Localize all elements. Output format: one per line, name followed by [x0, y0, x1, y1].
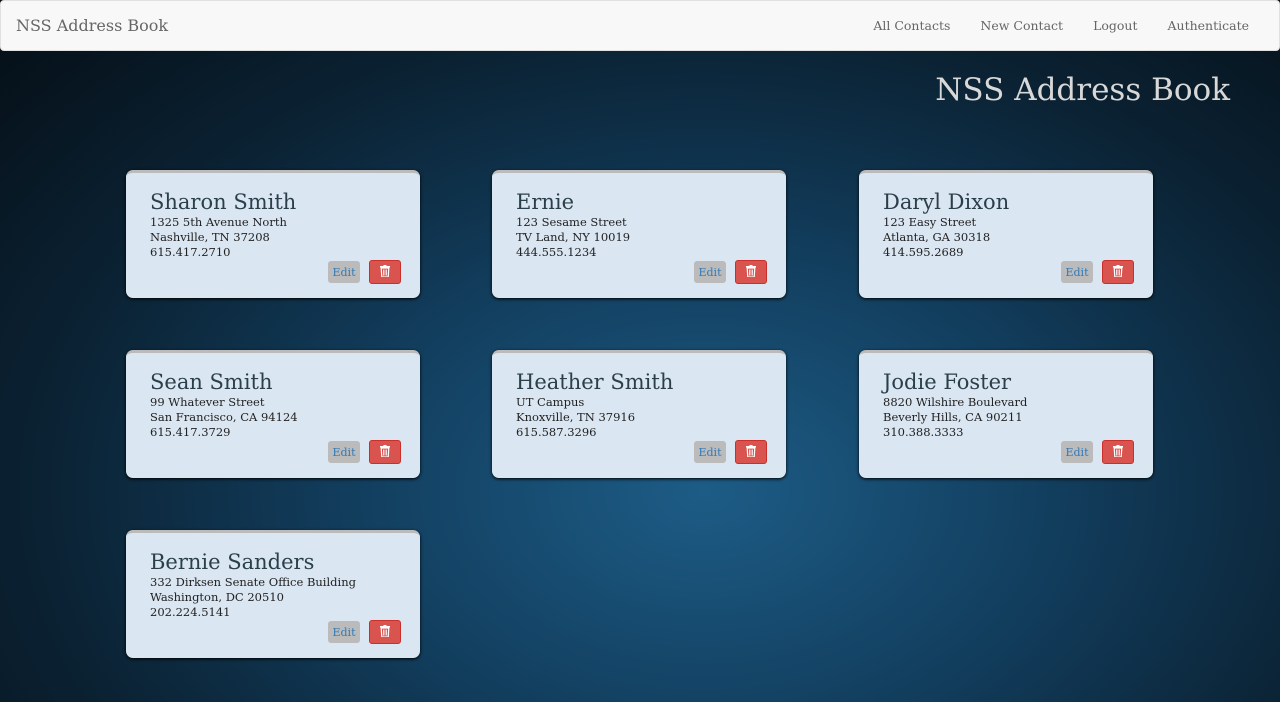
contact-card: Sharon Smith 1325 5th Avenue North Nashv… [126, 170, 420, 298]
contact-phone: 615.587.3296 [516, 425, 597, 439]
contact-name: Jodie Foster [883, 370, 1012, 394]
contact-card: Daryl Dixon 123 Easy Street Atlanta, GA … [859, 170, 1153, 298]
contact-city: Atlanta, GA 30318 [883, 230, 991, 244]
brand-link[interactable]: NSS Address Book [16, 16, 168, 35]
contact-phone: 414.595.2689 [883, 245, 964, 259]
contact-street: 332 Dirksen Senate Office Building [150, 575, 356, 589]
delete-button[interactable] [735, 440, 767, 464]
trash-icon [746, 444, 756, 458]
nav-authenticate[interactable]: Authenticate [1168, 18, 1250, 33]
contact-phone: 615.417.2710 [150, 245, 231, 259]
card-actions: Edit [328, 260, 401, 284]
contact-street: 123 Easy Street [883, 215, 977, 229]
delete-button[interactable] [369, 260, 401, 284]
contact-city: Nashville, TN 37208 [150, 230, 270, 244]
contact-name: Ernie [516, 190, 575, 214]
contact-name: Bernie Sanders [150, 550, 315, 574]
page-title: NSS Address Book [935, 72, 1230, 108]
delete-button[interactable] [1102, 260, 1134, 284]
edit-button[interactable]: Edit [1061, 261, 1093, 283]
contact-name: Heather Smith [516, 370, 674, 394]
edit-button[interactable]: Edit [694, 441, 726, 463]
edit-button[interactable]: Edit [1061, 441, 1093, 463]
contact-phone: 202.224.5141 [150, 605, 231, 619]
trash-icon [746, 264, 756, 278]
trash-icon [380, 264, 390, 278]
contact-street: 99 Whatever Street [150, 395, 265, 409]
contact-city: San Francisco, CA 94124 [150, 410, 298, 424]
contact-city: TV Land, NY 10019 [516, 230, 631, 244]
contact-city: Knoxville, TN 37916 [516, 410, 636, 424]
trash-icon [380, 444, 390, 458]
edit-button[interactable]: Edit [328, 621, 360, 643]
contact-street: UT Campus [516, 395, 585, 409]
contact-phone: 310.388.3333 [883, 425, 964, 439]
delete-button[interactable] [1102, 440, 1134, 464]
contact-card: Ernie 123 Sesame Street TV Land, NY 1001… [492, 170, 786, 298]
trash-icon [380, 624, 390, 638]
nav-all-contacts[interactable]: All Contacts [873, 18, 950, 33]
card-actions: Edit [1061, 440, 1134, 464]
contact-name: Daryl Dixon [883, 190, 1010, 214]
nav-links: All Contacts New Contact Logout Authenti… [843, 18, 1264, 33]
delete-button[interactable] [735, 260, 767, 284]
navbar: NSS Address Book All Contacts New Contac… [0, 0, 1280, 51]
contact-street: 8820 Wilshire Boulevard [883, 395, 1028, 409]
contact-card: Sean Smith 99 Whatever Street San Franci… [126, 350, 420, 478]
nav-logout[interactable]: Logout [1093, 18, 1137, 33]
card-actions: Edit [328, 440, 401, 464]
card-actions: Edit [694, 440, 767, 464]
card-actions: Edit [694, 260, 767, 284]
contact-name: Sharon Smith [150, 190, 297, 214]
contact-card: Heather Smith UT Campus Knoxville, TN 37… [492, 350, 786, 478]
contact-card: Bernie Sanders 332 Dirksen Senate Office… [126, 530, 420, 658]
card-actions: Edit [328, 620, 401, 644]
trash-icon [1113, 264, 1123, 278]
contact-city: Washington, DC 20510 [150, 590, 284, 604]
contact-phone: 444.555.1234 [516, 245, 597, 259]
card-actions: Edit [1061, 260, 1134, 284]
delete-button[interactable] [369, 620, 401, 644]
edit-button[interactable]: Edit [328, 261, 360, 283]
contact-street: 123 Sesame Street [516, 215, 627, 229]
trash-icon [1113, 444, 1123, 458]
contact-phone: 615.417.3729 [150, 425, 231, 439]
contact-city: Beverly Hills, CA 90211 [883, 410, 1023, 424]
contact-street: 1325 5th Avenue North [150, 215, 287, 229]
contact-name: Sean Smith [150, 370, 273, 394]
edit-button[interactable]: Edit [694, 261, 726, 283]
contact-card: Jodie Foster 8820 Wilshire Boulevard Bev… [859, 350, 1153, 478]
nav-new-contact[interactable]: New Contact [980, 18, 1063, 33]
edit-button[interactable]: Edit [328, 441, 360, 463]
delete-button[interactable] [369, 440, 401, 464]
